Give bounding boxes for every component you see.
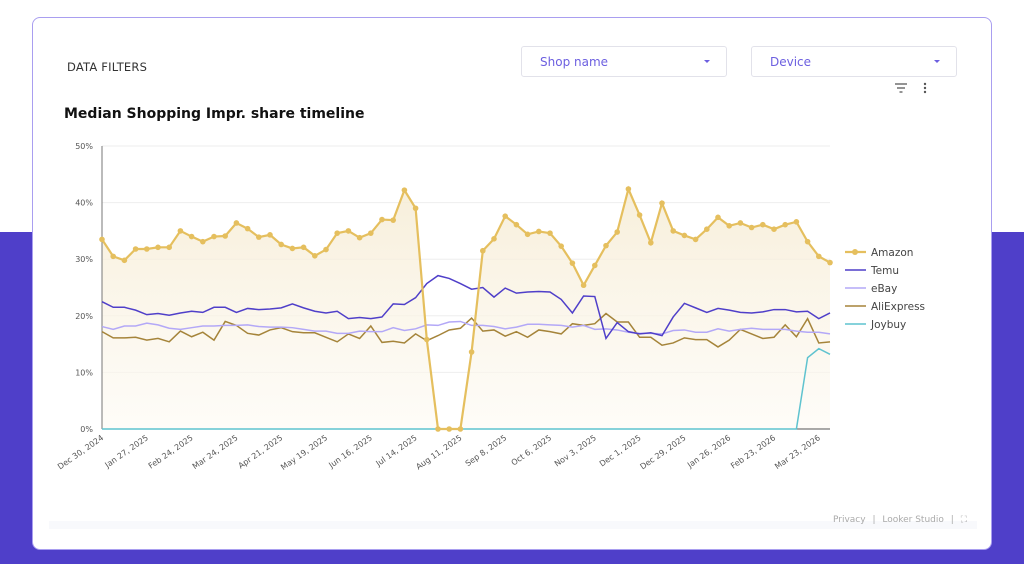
data-point-amazon <box>267 232 273 238</box>
x-tick-label: Mar 23, 2026 <box>773 433 822 471</box>
data-point-amazon <box>435 426 441 432</box>
data-point-amazon <box>536 228 542 235</box>
data-point-amazon <box>827 259 833 266</box>
data-point-amazon <box>300 244 307 251</box>
x-tick-label: May 19, 2025 <box>279 433 329 472</box>
data-point-amazon <box>592 262 598 269</box>
data-point-amazon <box>144 246 150 252</box>
legend-label-aliexpress: AliExpress <box>871 301 925 313</box>
x-tick-label: Apr 21, 2025 <box>237 433 285 470</box>
legend-label-temu: Temu <box>870 265 899 277</box>
data-point-amazon <box>188 233 195 240</box>
data-point-amazon <box>345 228 352 234</box>
data-point-amazon <box>155 244 161 251</box>
data-point-amazon <box>312 253 318 259</box>
data-point-amazon <box>636 212 643 218</box>
data-point-amazon <box>648 239 654 246</box>
data-point-amazon <box>401 187 408 193</box>
x-tick-label: Jan 27, 2025 <box>103 433 150 470</box>
data-point-amazon <box>524 231 531 238</box>
data-point-amazon <box>659 200 665 206</box>
y-tick-label: 10% <box>75 368 93 377</box>
y-tick-label: 20% <box>75 312 93 321</box>
data-point-amazon <box>368 230 374 236</box>
data-point-amazon <box>603 242 609 249</box>
line-chart: 0% 10% 20% 30% 40% 50% Dec 30, 2024Jan 27, 202… <box>56 142 925 472</box>
y-tick-label: 40% <box>75 199 93 208</box>
data-point-amazon <box>692 236 699 243</box>
x-tick-label: Dec 29, 2025 <box>638 433 687 471</box>
data-point-amazon <box>289 245 296 252</box>
data-point-amazon <box>99 236 105 243</box>
data-point-amazon <box>816 253 822 260</box>
data-point-amazon <box>110 253 116 260</box>
data-point-amazon <box>390 217 397 223</box>
x-tick-label: Aug 11, 2025 <box>414 433 463 471</box>
data-point-amazon <box>211 233 217 240</box>
data-point-amazon <box>278 241 285 248</box>
data-point-amazon <box>681 232 688 239</box>
x-tick-label: Nov 3, 2025 <box>553 433 598 468</box>
data-point-amazon <box>491 236 497 242</box>
data-point-amazon <box>468 349 475 355</box>
data-point-amazon <box>200 238 206 245</box>
data-point-amazon <box>704 226 710 233</box>
data-point-amazon <box>356 234 363 241</box>
x-tick-label: Jul 14, 2025 <box>374 433 419 468</box>
legend-label-joybuy: Joybuy <box>870 319 906 331</box>
data-point-amazon <box>424 336 430 343</box>
data-point-amazon <box>782 221 788 228</box>
data-point-amazon <box>793 219 800 225</box>
data-point-amazon <box>222 233 228 239</box>
data-point-amazon <box>255 234 262 240</box>
x-tick-label: Dec 1, 2025 <box>598 433 643 468</box>
y-tick-label: 30% <box>75 255 93 264</box>
data-point-amazon <box>244 225 251 232</box>
data-point-amazon <box>760 221 766 228</box>
data-point-amazon <box>513 221 520 228</box>
data-point-amazon <box>502 213 509 219</box>
data-point-amazon <box>379 216 385 223</box>
data-point-amazon <box>323 246 329 253</box>
x-tick-label: Dec 30, 2024 <box>56 433 105 471</box>
data-point-amazon <box>748 224 755 231</box>
data-point-amazon <box>480 247 486 254</box>
data-point-amazon <box>580 282 587 289</box>
data-point-amazon <box>569 260 576 266</box>
legend-label-amazon: Amazon <box>871 247 913 259</box>
data-point-amazon <box>804 238 811 245</box>
data-point-amazon <box>177 228 184 234</box>
y-tick-label: 0% <box>80 425 93 434</box>
x-tick-label: Oct 6, 2025 <box>510 433 554 467</box>
data-point-amazon <box>166 244 172 251</box>
x-tick-label: Feb 24, 2025 <box>147 433 195 470</box>
data-point-amazon <box>726 223 732 229</box>
x-tick-label: Feb 23, 2026 <box>729 433 777 470</box>
data-point-amazon <box>334 230 341 236</box>
data-point-amazon <box>233 220 240 226</box>
data-point-amazon <box>771 226 777 233</box>
x-tick-label: Sep 8, 2025 <box>464 433 509 468</box>
y-tick-label: 50% <box>75 142 93 151</box>
data-point-amazon <box>457 426 464 432</box>
data-point-amazon <box>547 230 553 236</box>
x-tick-label: Jun 16, 2025 <box>326 433 373 470</box>
data-point-amazon <box>614 229 620 235</box>
x-tick-label: Mar 24, 2025 <box>191 433 240 471</box>
legend-label-ebay: eBay <box>871 283 897 295</box>
data-point-amazon <box>412 205 419 212</box>
data-point-amazon <box>715 214 721 221</box>
data-point-amazon <box>625 186 632 192</box>
data-point-amazon <box>558 243 564 249</box>
data-point-amazon <box>737 220 744 226</box>
data-point-amazon <box>121 257 128 264</box>
x-tick-label: Jan 26, 2026 <box>685 433 732 470</box>
data-point-amazon <box>132 246 139 252</box>
data-point-amazon <box>670 228 676 234</box>
data-point-amazon <box>446 426 453 432</box>
legend-marker <box>852 249 858 255</box>
